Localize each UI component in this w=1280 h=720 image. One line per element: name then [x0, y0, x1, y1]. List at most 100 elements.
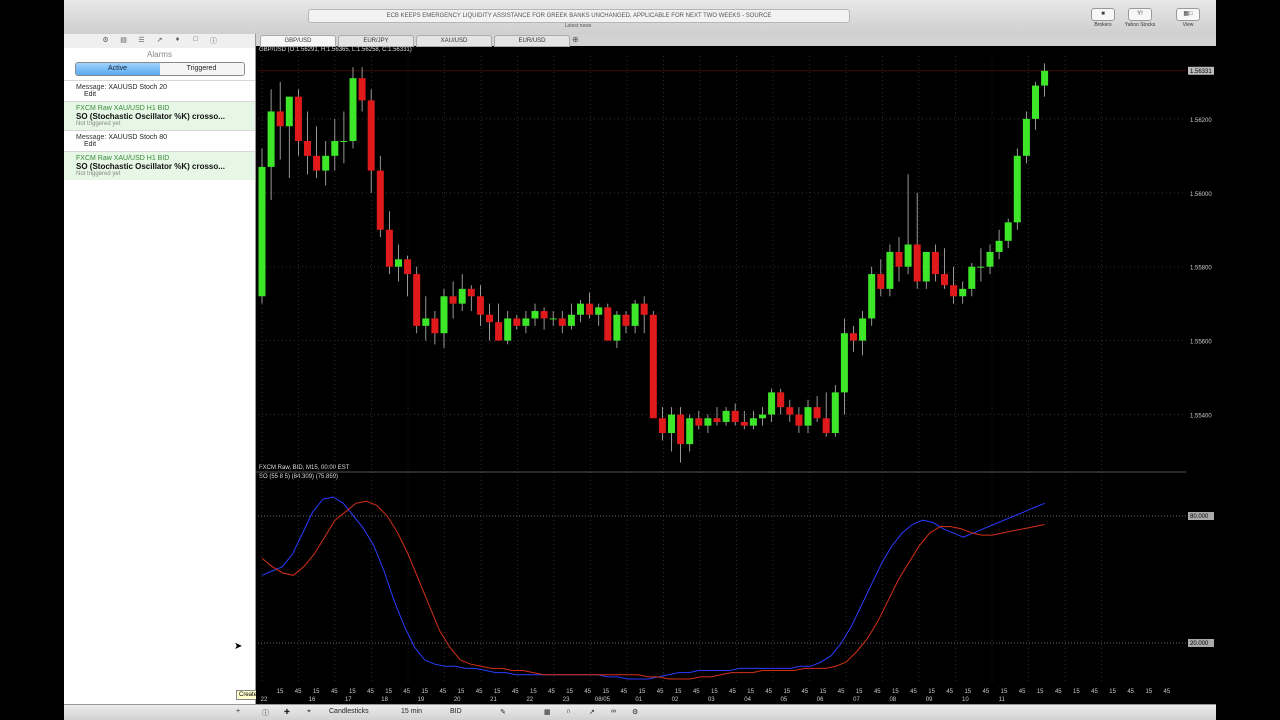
chart-panel[interactable]: GBP/USD EUR/JPY XAU/USD EUR/USD ⊕ GBP/US…	[256, 34, 1216, 704]
bear-candle	[367, 100, 375, 171]
x-tick-label: 15	[856, 689, 863, 695]
bear-candle	[604, 307, 612, 341]
bear-candle	[649, 314, 657, 419]
bull-candle	[977, 266, 985, 268]
alarm-condition-row[interactable]: FXCM Raw XAU/USD H1 BID SO (Stochastic O…	[64, 151, 255, 180]
edit-button[interactable]: Edit	[84, 141, 255, 148]
bear-candle	[695, 418, 703, 426]
bull-candle	[258, 166, 266, 297]
bull-candle	[968, 266, 976, 289]
chat-icon[interactable]: □	[190, 36, 202, 48]
info-icon[interactable]: ⓘ	[208, 36, 220, 48]
x-tick-label: 15	[1037, 689, 1044, 695]
bear-candle	[622, 314, 630, 326]
bull-candle	[577, 303, 584, 315]
news-subtitle: Latest news	[564, 23, 592, 29]
alarm-condition-row[interactable]: FXCM Raw XAU/USD H1 BID SO (Stochastic O…	[64, 101, 255, 130]
x-tick-label: 15	[928, 689, 935, 695]
bear-candle	[913, 244, 921, 282]
yahoo-stocks-button[interactable]: Y! Yahoo Stocks	[1119, 8, 1161, 28]
alarm-filter-segment: Active Triggered	[74, 62, 245, 76]
magnet-icon[interactable]: ∩	[566, 708, 571, 715]
trendline-icon[interactable]: ↗	[589, 708, 595, 716]
x-date-label: 03	[708, 697, 715, 703]
bull-candle	[804, 407, 812, 426]
bear-candle	[640, 303, 648, 315]
bear-candle	[413, 274, 421, 326]
bull-candle	[722, 410, 730, 422]
x-tick-label: 15	[1145, 689, 1152, 695]
tab-triggered[interactable]: Triggered	[159, 63, 244, 75]
bear-candle	[467, 288, 475, 297]
crop-icon[interactable]: ⌖	[307, 708, 311, 716]
chart-type-select[interactable]: Candlesticks	[329, 708, 369, 715]
trading-app-window: ECB KEEPS EMERGENCY LIQUIDITY ASSISTANCE…	[64, 0, 1216, 720]
x-tick-label: 45	[621, 689, 628, 695]
bull-candle	[567, 314, 575, 326]
x-tick-label: 15	[349, 689, 356, 695]
x-tick-label: 15	[1109, 689, 1116, 695]
bear-candle	[404, 259, 412, 275]
bell-icon[interactable]: ♦	[172, 36, 184, 48]
bear-candle	[304, 141, 311, 156]
x-tick-label: 45	[440, 689, 447, 695]
bear-candle	[677, 414, 685, 445]
tab-active[interactable]: Active	[75, 63, 160, 75]
chart-icon[interactable]: ↗	[154, 36, 166, 48]
pencil-icon[interactable]: ✎	[500, 708, 506, 716]
grid-icon[interactable]: ▦	[544, 708, 551, 716]
alarm-source: FXCM Raw XAU/USD H1 BID	[76, 105, 170, 112]
bear-candle	[449, 296, 457, 304]
info-icon[interactable]: ⓘ	[262, 708, 269, 718]
link-icon[interactable]: ∞	[611, 708, 616, 715]
settings-icon[interactable]: ⚙	[100, 36, 112, 48]
alarm-status: Not triggered yet	[76, 121, 121, 127]
bottom-toolbar: + ⓘ ✚ ⌖ Candlesticks 15 min BID ✎ ▦ ∩ ↗ …	[64, 704, 1216, 720]
bear-candle	[895, 251, 903, 267]
alarms-title: Alarms	[147, 50, 172, 59]
bear-candle	[294, 96, 302, 142]
alarm-message-row[interactable]: Message: XAUUSD Stoch 80 Edit	[64, 130, 255, 151]
news-ticker[interactable]: ECB KEEPS EMERGENCY LIQUIDITY ASSISTANCE…	[308, 9, 850, 23]
alarm-message-row[interactable]: Message: XAUUSD Stoch 20 Edit	[64, 80, 255, 101]
price-axis-label: 1.55400	[1190, 414, 1212, 420]
crosshair-icon[interactable]: ✚	[284, 708, 290, 716]
bear-candle	[950, 285, 958, 297]
x-tick-label: 15	[675, 689, 682, 695]
stochastic-k-line	[261, 496, 1045, 680]
x-tick-label: 45	[367, 689, 374, 695]
bull-candle	[1022, 118, 1030, 156]
bull-candle	[531, 311, 539, 319]
brokers-button[interactable]: ■ Brokers	[1082, 8, 1124, 28]
add-alarm-button[interactable]: +	[236, 708, 240, 715]
x-tick-label: 45	[802, 689, 809, 695]
list-icon[interactable]: ☰	[136, 36, 148, 48]
alarm-condition: SO (Stochastic Oscillator %K) crosso...	[76, 112, 225, 121]
x-tick-label: 15	[421, 689, 428, 695]
document-icon[interactable]: ▤	[118, 36, 130, 48]
x-tick-label: 45	[1091, 689, 1098, 695]
view-button[interactable]: ▦□ View	[1167, 8, 1209, 28]
interval-select[interactable]: 15 min	[401, 708, 422, 715]
bull-candle	[922, 251, 930, 282]
x-date-label: 08	[889, 697, 896, 703]
x-tick-label: 15	[385, 689, 392, 695]
price-axis-label: 1.56000	[1190, 192, 1212, 198]
bull-candle	[631, 303, 639, 326]
bear-candle	[813, 407, 821, 419]
alarm-condition: SO (Stochastic Oscillator %K) crosso...	[76, 162, 225, 171]
sidebar-icon-bar: ⚙ ▤ ☰ ↗ ♦ □ ⓘ	[64, 34, 255, 48]
message-label: Message:	[76, 84, 107, 91]
candlestick-chart[interactable]: 1.56200 1.56000 1.55800 1.55600 1.55400 1.563…	[256, 34, 1216, 704]
price-type-select[interactable]: BID	[450, 708, 462, 715]
x-tick-label: 15	[602, 689, 609, 695]
alarm-status: Not triggered yet	[76, 171, 121, 177]
bull-candle	[686, 418, 694, 445]
alarm-message: XAUUSD Stoch 80	[108, 134, 168, 141]
bull-candle	[759, 414, 766, 419]
edit-button[interactable]: Edit	[84, 91, 255, 98]
x-tick-label: 45	[295, 689, 302, 695]
gear-icon[interactable]: ⚙	[632, 708, 638, 716]
bear-candle	[385, 229, 393, 267]
x-date-label: 08/05	[595, 697, 611, 703]
